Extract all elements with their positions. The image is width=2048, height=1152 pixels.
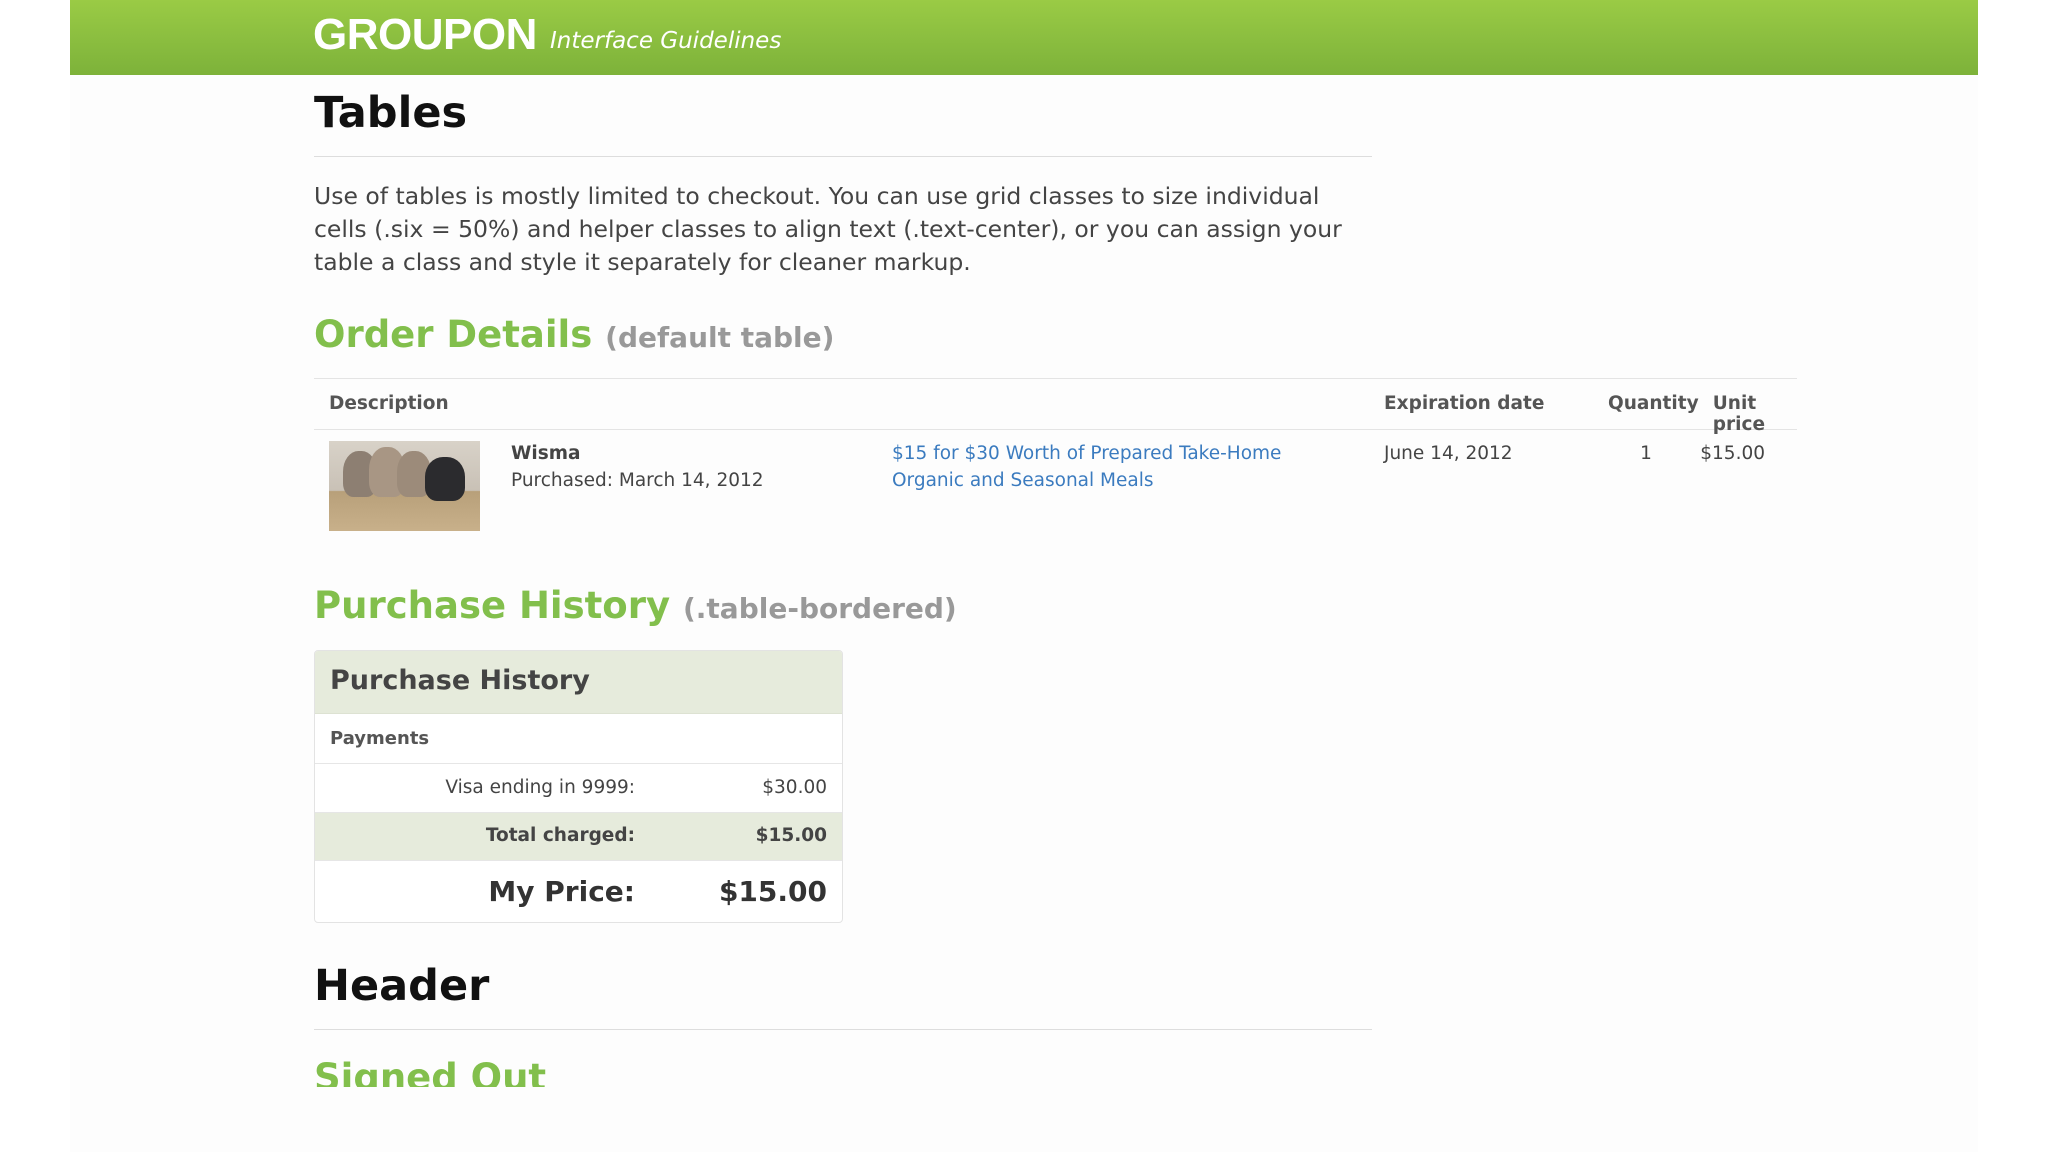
signed-out-heading: Signed Out <box>314 1056 547 1087</box>
order-details-heading: Order Details (default table) <box>314 313 834 356</box>
banner-subtitle: Interface Guidelines <box>550 28 782 54</box>
total-charged-value: $15.00 <box>755 825 827 846</box>
signed-out-clip: Signed Out <box>314 1055 714 1087</box>
deal-link[interactable]: $15 for $30 Worth of Prepared Take-Home … <box>892 440 1332 494</box>
payments-label: Payments <box>330 728 430 749</box>
purchase-history-box-title: Purchase History <box>330 665 590 696</box>
divider <box>314 1029 1372 1030</box>
th-description: Description <box>329 393 449 414</box>
merchant-name: Wisma <box>511 443 581 464</box>
purchase-history-subtitle: (.table-bordered) <box>682 592 957 625</box>
my-price-row: My Price: $15.00 <box>315 861 842 922</box>
purchase-history-box-header: Purchase History <box>315 651 842 714</box>
purchase-date: Purchased: March 14, 2012 <box>511 470 764 491</box>
purchase-history-title: Purchase History <box>314 584 671 627</box>
total-charged-row: Total charged: $15.00 <box>315 813 842 861</box>
order-details-title: Order Details <box>314 313 593 356</box>
my-price-value: $15.00 <box>718 875 827 908</box>
my-price-label: My Price: <box>488 875 635 908</box>
quantity-value: 1 <box>1640 443 1652 464</box>
unit-price-value: $15.00 <box>1700 443 1765 464</box>
section-title-tables: Tables <box>314 88 468 138</box>
visa-label: Visa ending in 9999: <box>445 777 635 798</box>
deal-thumbnail[interactable] <box>329 441 480 531</box>
th-expiration: Expiration date <box>1384 393 1545 414</box>
visa-row: Visa ending in 9999: $30.00 <box>315 764 842 813</box>
order-table-header: Description Expiration date Quantity Uni… <box>314 378 1797 435</box>
divider <box>314 156 1372 157</box>
expiration-date: June 14, 2012 <box>1384 443 1513 464</box>
page: GROUPON Interface Guidelines Tables Use … <box>70 0 1978 1152</box>
th-quantity: Quantity <box>1608 393 1699 414</box>
tables-intro: Use of tables is mostly limited to check… <box>314 182 1342 276</box>
table-row: Wisma Purchased: March 14, 2012 $15 for … <box>314 429 1797 539</box>
order-details-subtitle: (default table) <box>605 321 835 354</box>
visa-value: $30.00 <box>762 777 827 798</box>
purchase-history-heading: Purchase History (.table-bordered) <box>314 584 957 627</box>
groupon-logo[interactable]: GROUPON <box>313 10 537 60</box>
purchase-history-table: Purchase History Payments Visa ending in… <box>314 650 843 923</box>
groupon-banner: GROUPON Interface Guidelines <box>70 0 1978 75</box>
payments-row: Payments <box>315 714 842 764</box>
total-charged-label: Total charged: <box>485 825 635 846</box>
section-title-header: Header <box>314 961 490 1011</box>
